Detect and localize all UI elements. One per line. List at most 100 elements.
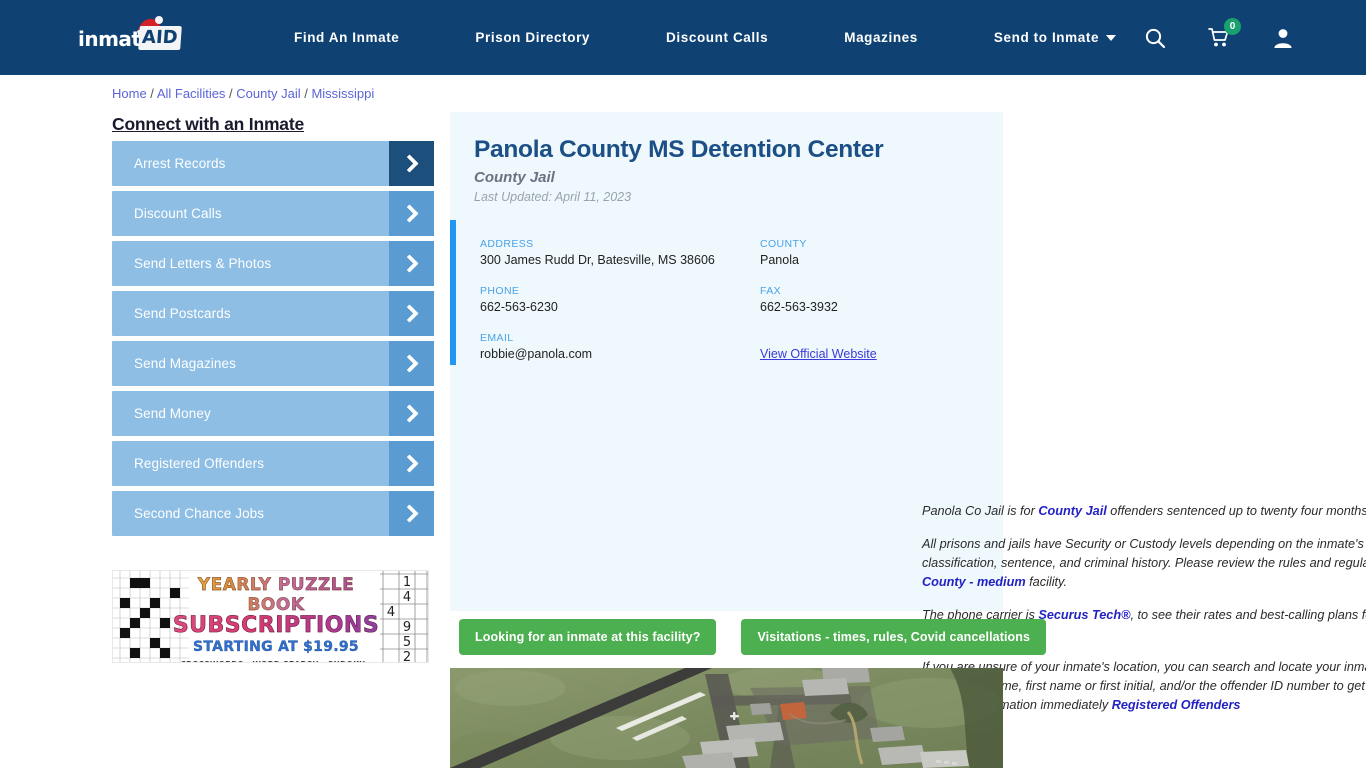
breadcrumb-separator: / xyxy=(225,86,237,101)
chevron-right-icon xyxy=(389,341,434,386)
svg-text:9: 9 xyxy=(403,620,411,635)
svg-text:4: 4 xyxy=(403,590,411,605)
user-account-icon[interactable] xyxy=(1272,27,1294,49)
sidebar-item-send-magazines[interactable]: Send Magazines xyxy=(112,341,434,386)
securus-tech-link[interactable]: Securus Tech® xyxy=(1038,608,1130,622)
county-jail-link[interactable]: County Jail xyxy=(1038,504,1106,518)
view-official-website-link[interactable]: View Official Website xyxy=(760,347,877,361)
sidebar-item-registered-offenders[interactable]: Registered Offenders xyxy=(112,441,434,486)
ad-text-block: YEARLY PUZZLE BOOK SUBSCRIPTIONS STARTIN… xyxy=(171,575,381,662)
nav-label: Find An Inmate xyxy=(294,30,400,45)
chevron-right-icon xyxy=(389,191,434,236)
p1-text-b: offenders sentenced up to twenty four mo… xyxy=(1106,504,1366,518)
address-row: ADDRESS 300 James Rudd Dr, Batesville, M… xyxy=(480,238,760,267)
website-label-spacer xyxy=(760,332,1000,344)
email-value: robbie@panola.com xyxy=(480,347,593,361)
svg-text:5: 5 xyxy=(403,635,411,650)
sidebar-item-label: Registered Offenders xyxy=(134,456,265,471)
phone-value: 662-563-6230 xyxy=(480,300,558,314)
sidebar-item-label: Send Money xyxy=(134,406,211,421)
ad-categories: CROSSWORDS · WORD SEARCH · SUDOKU · BRAI… xyxy=(171,660,381,662)
website-row: View Official Website xyxy=(760,332,1000,361)
fax-label: FAX xyxy=(760,285,782,297)
phone-label: PHONE xyxy=(480,285,520,297)
chevron-right-icon xyxy=(389,141,434,186)
sidebar-item-send-postcards[interactable]: Send Postcards xyxy=(112,291,434,336)
sidebar-item-discount-calls[interactable]: Discount Calls xyxy=(112,191,434,236)
breadcrumb-item-all-facilities[interactable]: All Facilities xyxy=(157,86,226,101)
main-navigation: Find An Inmate Prison Directory Discount… xyxy=(256,0,1154,75)
nav-item-discount-calls[interactable]: Discount Calls xyxy=(628,0,806,75)
breadcrumb: Home / All Facilities / County Jail / Mi… xyxy=(112,86,374,101)
ad-headline: YEARLY PUZZLE BOOK xyxy=(171,575,381,615)
sidebar-item-label: Arrest Records xyxy=(134,156,226,171)
nav-item-find-an-inmate[interactable]: Find An Inmate xyxy=(256,0,437,75)
county-value: Panola xyxy=(760,253,799,267)
chevron-right-icon xyxy=(389,441,434,486)
registered-offenders-link[interactable]: Registered Offenders xyxy=(1112,698,1241,712)
sidebar-item-label: Second Chance Jobs xyxy=(134,506,265,521)
contact-column-left: ADDRESS 300 James Rudd Dr, Batesville, M… xyxy=(480,238,760,379)
site-header: inmate AID Find An Inmate Prison Directo… xyxy=(0,0,1366,75)
breadcrumb-separator: / xyxy=(146,86,157,101)
nav-label: Discount Calls xyxy=(666,30,769,45)
page-title: Panola County MS Detention Center xyxy=(474,136,884,163)
last-updated-text: Last Updated: April 11, 2023 xyxy=(474,190,632,204)
sidebar-item-send-money[interactable]: Send Money xyxy=(112,391,434,436)
facility-type: County Jail xyxy=(474,169,555,186)
ad-price: STARTING AT $19.95 xyxy=(193,639,359,655)
puzzle-book-ad-banner[interactable]: YEARLY PUZZLE BOOK SUBSCRIPTIONS STARTIN… xyxy=(112,570,429,663)
header-icon-group: 0 xyxy=(1144,0,1294,75)
email-label: EMAIL xyxy=(480,332,514,344)
find-inmate-button[interactable]: Looking for an inmate at this facility? xyxy=(459,619,717,655)
sidebar-item-send-letters-photos[interactable]: Send Letters & Photos xyxy=(112,241,434,286)
breadcrumb-separator: / xyxy=(300,86,312,101)
shopping-cart-icon[interactable]: 0 xyxy=(1208,17,1241,49)
logo-aid-badge: AID xyxy=(138,26,182,50)
address-value: 300 James Rudd Dr, Batesville, MS 38606 xyxy=(480,253,715,267)
ad-subheadline: SUBSCRIPTIONS xyxy=(172,613,380,639)
chevron-right-icon xyxy=(389,291,434,336)
sidebar-item-second-chance-jobs[interactable]: Second Chance Jobs xyxy=(112,491,434,536)
contact-info-block: ADDRESS 300 James Rudd Dr, Batesville, M… xyxy=(450,220,1003,365)
sidebar-item-label: Discount Calls xyxy=(134,206,222,221)
county-row: COUNTY Panola xyxy=(760,238,1000,267)
chevron-right-icon xyxy=(389,241,434,286)
chevron-right-icon xyxy=(389,391,434,436)
fax-row: FAX 662-563-3932 xyxy=(760,285,1000,314)
facility-info-card: Panola County MS Detention Center County… xyxy=(450,112,1366,712)
breadcrumb-item-mississippi[interactable]: Mississippi xyxy=(311,86,374,101)
county-medium-link[interactable]: County - medium xyxy=(922,575,1026,589)
search-icon[interactable] xyxy=(1144,27,1166,49)
nav-item-prison-directory[interactable]: Prison Directory xyxy=(437,0,628,75)
nav-item-magazines[interactable]: Magazines xyxy=(806,0,956,75)
sidebar-nav: Arrest Records Discount Calls Send Lette… xyxy=(112,141,434,541)
facility-action-buttons: Looking for an inmate at this facility? … xyxy=(459,619,1047,655)
p2-text-a: All prisons and jails have Security or C… xyxy=(922,537,1366,570)
address-label: ADDRESS xyxy=(480,238,534,250)
phone-row: PHONE 662-563-6230 xyxy=(480,285,760,314)
nav-label: Prison Directory xyxy=(475,30,591,45)
nav-label: Send to Inmate xyxy=(993,30,1100,45)
sidebar-item-label: Send Postcards xyxy=(134,306,231,321)
site-logo[interactable]: inmate AID xyxy=(78,16,186,56)
breadcrumb-item-county-jail[interactable]: County Jail xyxy=(236,86,300,101)
description-paragraph-2: All prisons and jails have Security or C… xyxy=(922,535,1366,592)
breadcrumb-item-home[interactable]: Home xyxy=(112,86,147,101)
svg-text:1: 1 xyxy=(403,575,411,590)
sidebar-item-label: Send Letters & Photos xyxy=(134,256,272,271)
p2-text-b: facility. xyxy=(1025,575,1067,589)
svg-text:4: 4 xyxy=(387,605,395,620)
nav-item-send-to-inmate[interactable]: Send to Inmate xyxy=(956,0,1154,75)
sidebar-item-label: Send Magazines xyxy=(134,356,236,371)
visitations-button[interactable]: Visitations - times, rules, Covid cancel… xyxy=(741,619,1047,655)
description-paragraph-1: Panola Co Jail is for County Jail offend… xyxy=(922,502,1366,521)
facility-header: Panola County MS Detention Center County… xyxy=(450,112,1003,204)
chevron-right-icon xyxy=(389,491,434,536)
aerial-satellite-image xyxy=(450,668,1003,768)
sidebar-item-arrest-records[interactable]: Arrest Records xyxy=(112,141,434,186)
sidebar-heading: Connect with an Inmate xyxy=(112,114,305,134)
p1-text-a: Panola Co Jail is for xyxy=(922,504,1039,518)
county-label: COUNTY xyxy=(760,238,807,250)
chevron-down-icon xyxy=(1106,34,1117,41)
